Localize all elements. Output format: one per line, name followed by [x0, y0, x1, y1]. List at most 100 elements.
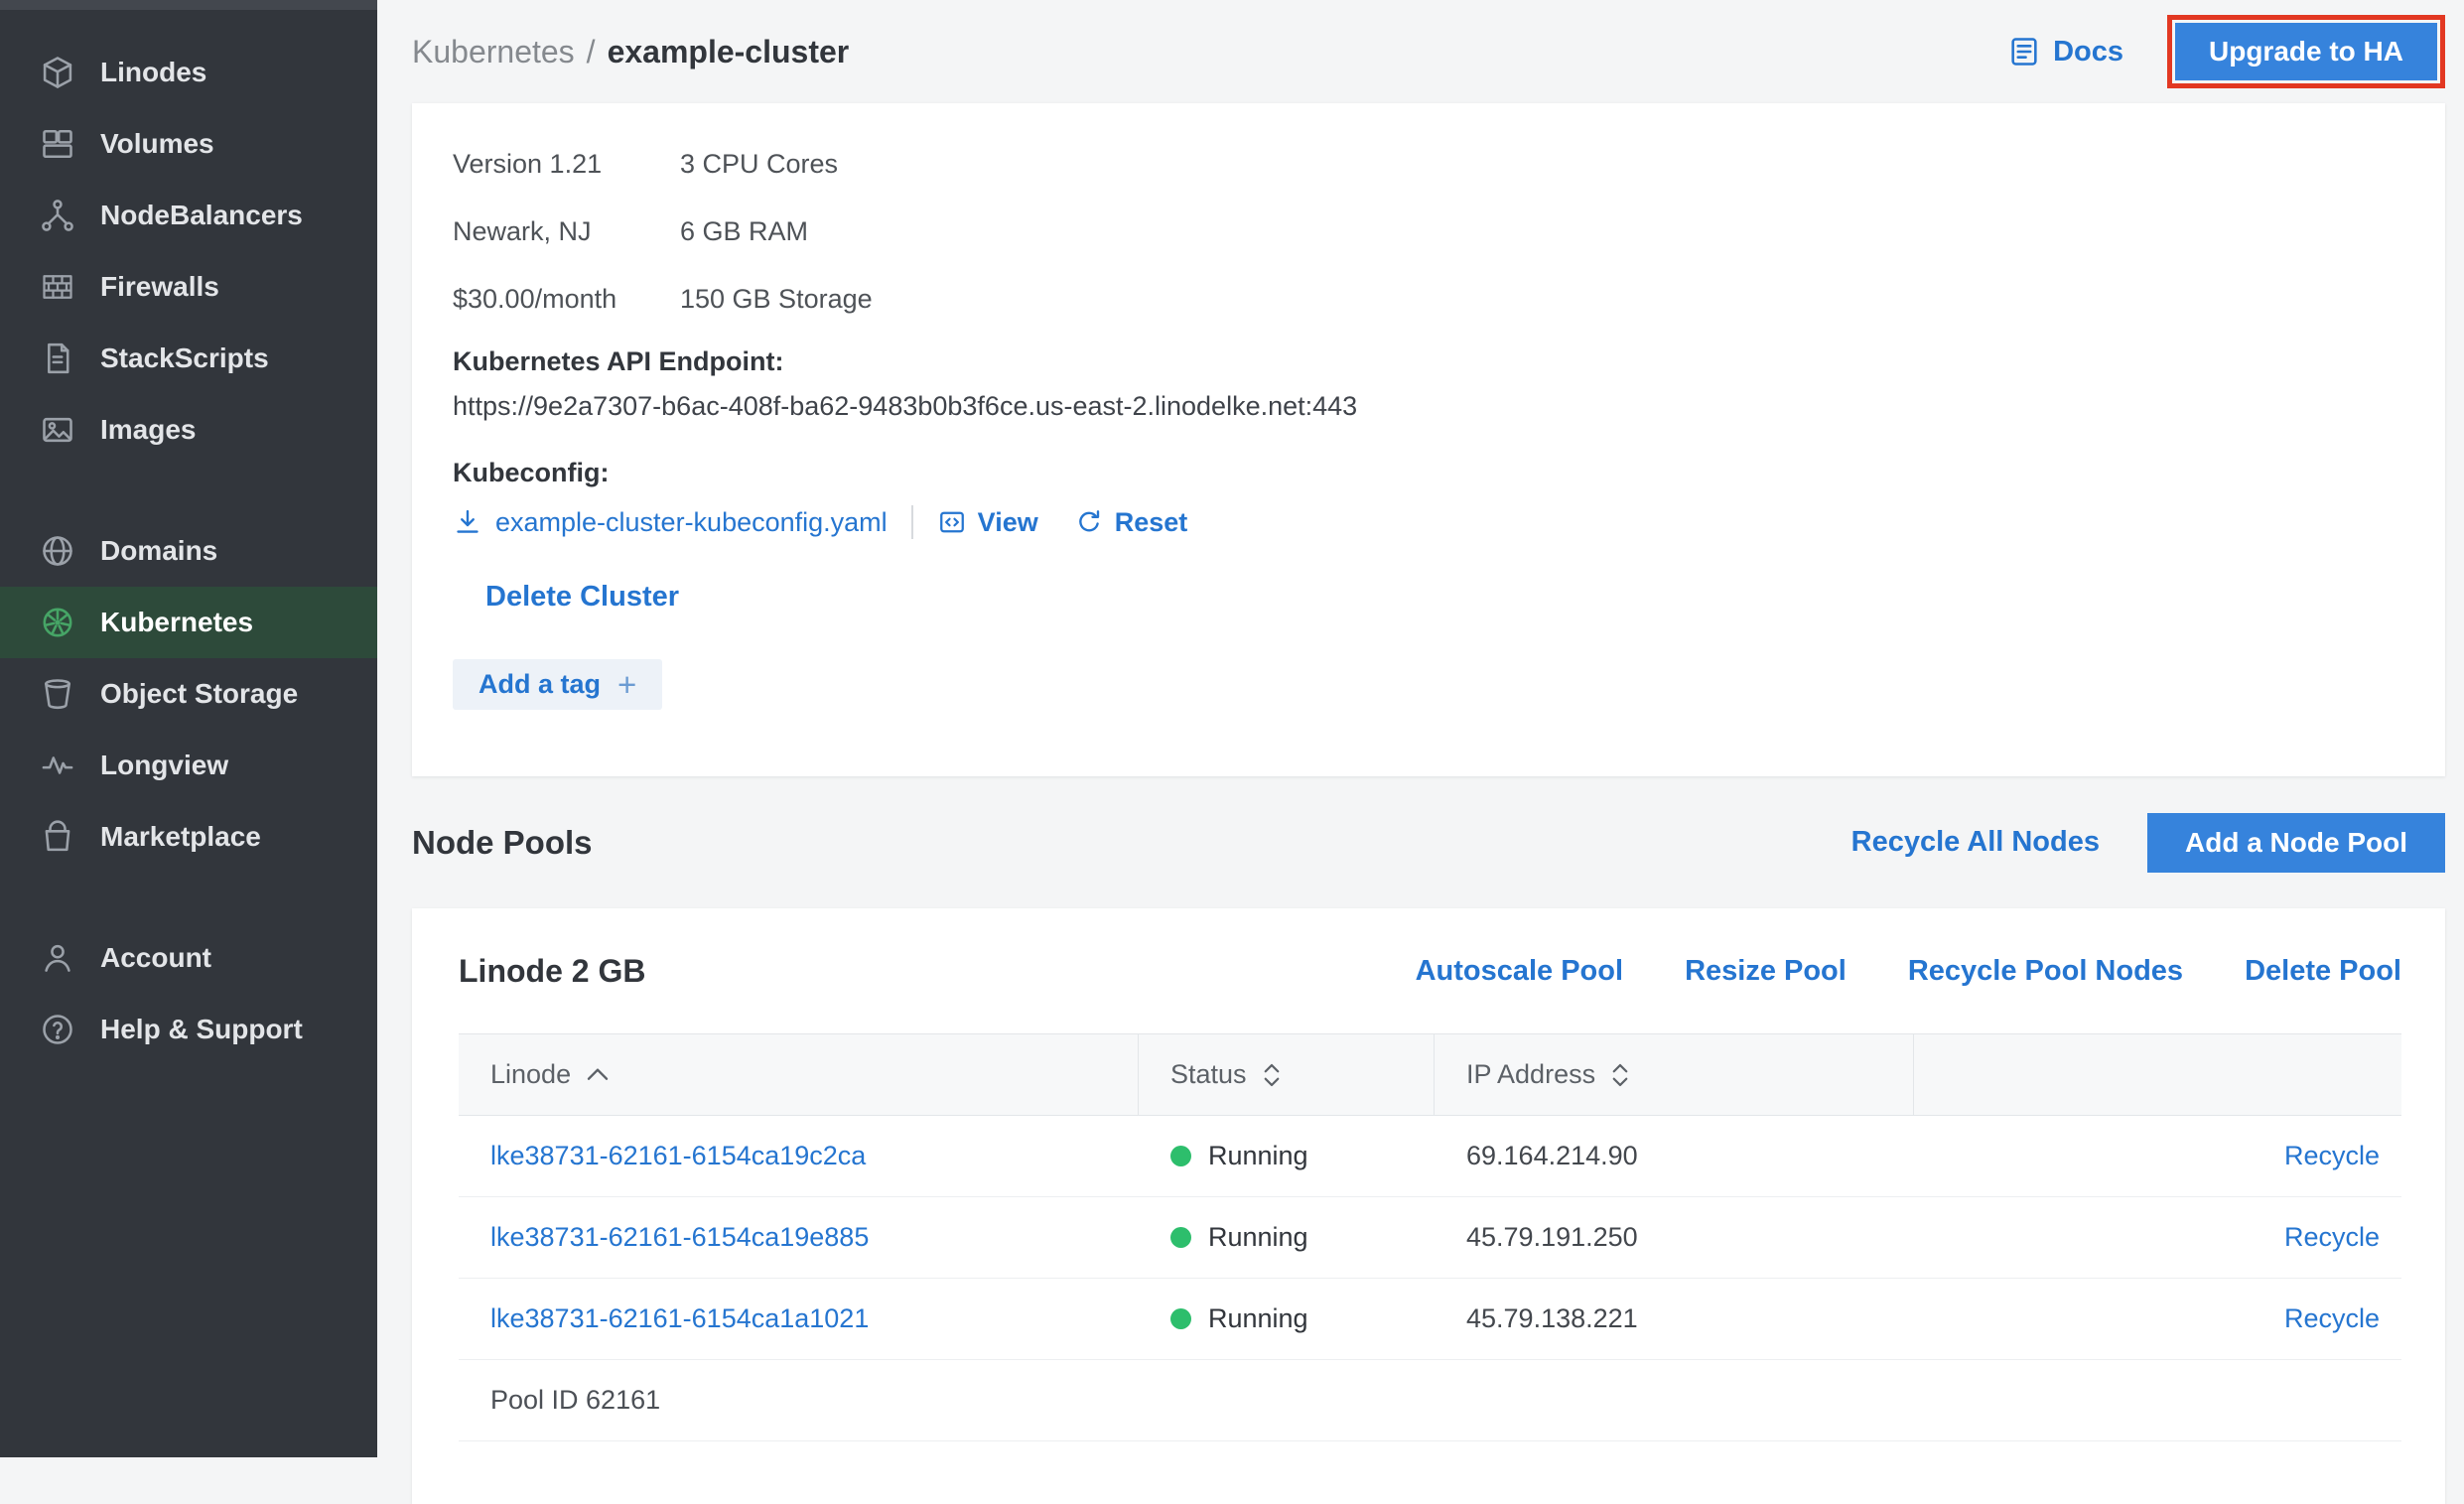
- resize-pool-link[interactable]: Resize Pool: [1685, 955, 1847, 988]
- add-tag-label: Add a tag: [479, 669, 601, 700]
- docs-link[interactable]: Docs: [2007, 35, 2123, 68]
- sidebar-item-longview[interactable]: Longview: [0, 730, 377, 801]
- globe-icon: [40, 533, 75, 569]
- breadcrumb-kubernetes-link[interactable]: Kubernetes: [412, 34, 575, 69]
- sidebar-item-label: Help & Support: [100, 1014, 303, 1045]
- download-icon: [453, 507, 482, 537]
- sidebar-item-label: Volumes: [100, 128, 214, 160]
- sidebar-item-label: Linodes: [100, 57, 206, 88]
- kubeconfig-row: example-cluster-kubeconfig.yaml View Res…: [453, 505, 2445, 539]
- api-endpoint-url: https://9e2a7307-b6ac-408f-ba62-9483b0b3…: [453, 391, 2445, 422]
- sidebar-item-domains[interactable]: Domains: [0, 515, 377, 587]
- pulse-icon: [40, 748, 75, 783]
- table-header-row: Linode Status IP Address: [459, 1033, 2401, 1116]
- node-link[interactable]: lke38731-62161-6154ca19c2ca: [490, 1141, 866, 1170]
- reset-kubeconfig-button[interactable]: Reset: [1074, 507, 1188, 538]
- cluster-specs: Version 1.21 3 CPU Cores Newark, NJ 6 GB…: [453, 130, 2445, 333]
- sidebar-item-marketplace[interactable]: Marketplace: [0, 801, 377, 873]
- cluster-summary-card: Version 1.21 3 CPU Cores Newark, NJ 6 GB…: [412, 103, 2445, 776]
- node-link[interactable]: lke38731-62161-6154ca19e885: [490, 1222, 869, 1252]
- recycle-all-nodes-link[interactable]: Recycle All Nodes: [1851, 826, 2100, 859]
- sidebar-top-strip: [0, 0, 377, 10]
- sidebar-item-help-support[interactable]: Help & Support: [0, 994, 377, 1065]
- recycle-node-link[interactable]: Recycle: [2284, 1222, 2380, 1252]
- add-tag-button[interactable]: Add a tag +: [453, 659, 662, 710]
- sidebar-item-linodes[interactable]: Linodes: [0, 37, 377, 108]
- node-ip: 45.79.191.250: [1435, 1222, 1914, 1253]
- nodebalancer-icon: [40, 198, 75, 233]
- breadcrumb: Kubernetes / example-cluster: [412, 34, 849, 70]
- sidebar-item-stackscripts[interactable]: StackScripts: [0, 323, 377, 394]
- reset-icon: [1074, 507, 1104, 537]
- sidebar-group-divider: [0, 466, 377, 515]
- recycle-node-link[interactable]: Recycle: [2284, 1141, 2380, 1170]
- api-endpoint-label: Kubernetes API Endpoint:: [453, 346, 2445, 377]
- main-content: Kubernetes / example-cluster Docs Upgrade …: [377, 0, 2464, 1457]
- recycle-pool-nodes-link[interactable]: Recycle Pool Nodes: [1908, 955, 2183, 988]
- plus-icon: +: [617, 666, 636, 704]
- kubeconfig-download-link[interactable]: example-cluster-kubeconfig.yaml: [453, 507, 888, 538]
- marketplace-icon: [40, 819, 75, 855]
- node-pools-actions: Recycle All Nodes Add a Node Pool: [1851, 813, 2445, 873]
- kubeconfig-filename: example-cluster-kubeconfig.yaml: [495, 507, 888, 538]
- pool-nodes-table: Linode Status IP Address lke38731-62161-…: [459, 1033, 2401, 1441]
- node-pools-title: Node Pools: [412, 824, 593, 862]
- sidebar-item-account[interactable]: Account: [0, 922, 377, 994]
- autoscale-pool-link[interactable]: Autoscale Pool: [1416, 955, 1624, 988]
- sidebar-item-volumes[interactable]: Volumes: [0, 108, 377, 180]
- sidebar-item-label: StackScripts: [100, 342, 269, 374]
- help-icon: [40, 1012, 75, 1047]
- pool-action-links: Autoscale Pool Resize Pool Recycle Pool …: [1416, 955, 2401, 988]
- upgrade-to-ha-button[interactable]: Upgrade to HA: [2175, 23, 2437, 80]
- docs-icon: [2007, 35, 2041, 68]
- column-header-status[interactable]: Status: [1139, 1034, 1435, 1115]
- sidebar-item-label: Marketplace: [100, 821, 261, 853]
- sidebar-item-images[interactable]: Images: [0, 394, 377, 466]
- sidebar-item-nodebalancers[interactable]: NodeBalancers: [0, 180, 377, 251]
- node-ip: 69.164.214.90: [1435, 1141, 1914, 1171]
- sidebar: Linodes Volumes NodeBalancers Firewalls …: [0, 0, 377, 1457]
- view-label: View: [978, 507, 1038, 538]
- sidebar-item-kubernetes[interactable]: Kubernetes: [0, 587, 377, 658]
- spec-cpu: 3 CPU Cores: [680, 130, 2445, 198]
- status-dot-running: [1170, 1146, 1191, 1166]
- sort-asc-icon: [586, 1067, 610, 1082]
- sidebar-item-label: Account: [100, 942, 211, 974]
- sidebar-item-object-storage[interactable]: Object Storage: [0, 658, 377, 730]
- breadcrumb-separator: /: [587, 34, 596, 69]
- node-link[interactable]: lke38731-62161-6154ca1a1021: [490, 1303, 869, 1333]
- node-status: Running: [1139, 1222, 1435, 1253]
- delete-cluster-button[interactable]: Delete Cluster: [485, 581, 679, 614]
- status-dot-running: [1170, 1308, 1191, 1329]
- pool-name: Linode 2 GB: [459, 953, 645, 990]
- column-header-ip-address[interactable]: IP Address: [1435, 1034, 1914, 1115]
- upgrade-highlight-box: Upgrade to HA: [2167, 15, 2445, 88]
- kubeconfig-label: Kubeconfig:: [453, 458, 2445, 488]
- sidebar-item-label: Kubernetes: [100, 607, 253, 638]
- node-status: Running: [1139, 1141, 1435, 1171]
- pool-header: Linode 2 GB Autoscale Pool Resize Pool R…: [459, 908, 2401, 1033]
- column-header-linode[interactable]: Linode: [459, 1034, 1139, 1115]
- sidebar-item-label: Firewalls: [100, 271, 219, 303]
- sidebar-item-label: Domains: [100, 535, 217, 567]
- page-header: Kubernetes / example-cluster Docs Upgrade …: [412, 0, 2445, 103]
- view-kubeconfig-button[interactable]: View: [937, 507, 1038, 538]
- delete-pool-link[interactable]: Delete Pool: [2245, 955, 2401, 988]
- sidebar-group-divider: [0, 873, 377, 922]
- node-pools-section-header: Node Pools Recycle All Nodes Add a Node …: [412, 776, 2445, 908]
- spec-region: Newark, NJ: [453, 198, 680, 265]
- node-status: Running: [1139, 1303, 1435, 1334]
- reset-label: Reset: [1115, 507, 1188, 538]
- recycle-node-link[interactable]: Recycle: [2284, 1303, 2380, 1333]
- node-ip: 45.79.138.221: [1435, 1303, 1914, 1334]
- table-row: lke38731-62161-6154ca19c2ca Running 69.1…: [459, 1116, 2401, 1197]
- sidebar-item-label: Images: [100, 414, 197, 446]
- sidebar-item-firewalls[interactable]: Firewalls: [0, 251, 377, 323]
- pool-id-footer: Pool ID 62161: [459, 1360, 2401, 1441]
- page-title: example-cluster: [608, 34, 850, 69]
- add-node-pool-button[interactable]: Add a Node Pool: [2147, 813, 2445, 873]
- kubernetes-icon: [40, 605, 75, 640]
- sort-both-icon: [1262, 1061, 1282, 1089]
- sidebar-item-label: Object Storage: [100, 678, 298, 710]
- spec-price: $30.00/month: [453, 265, 680, 333]
